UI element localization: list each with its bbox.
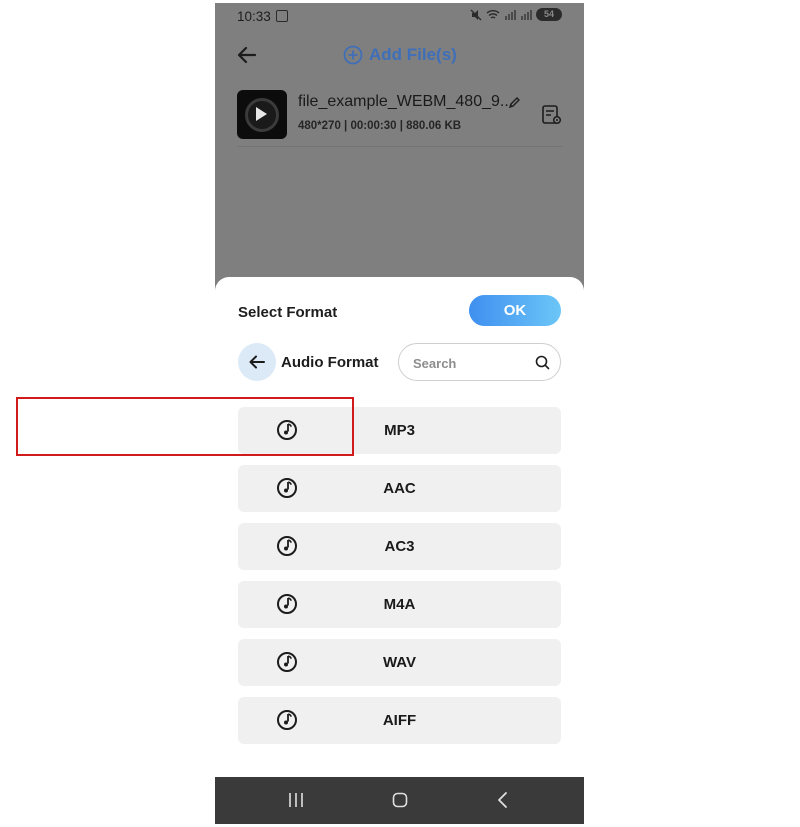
search-box[interactable]: [398, 343, 561, 381]
file-duration: 00:00:30: [350, 120, 397, 132]
back-arrow-icon: [249, 355, 265, 369]
back-arrow-icon[interactable]: [235, 43, 259, 67]
edit-pencil-icon[interactable]: [508, 96, 521, 109]
format-label: WAV: [382, 654, 417, 671]
search-icon[interactable]: [535, 355, 550, 370]
status-time: 10:33: [237, 9, 271, 24]
play-icon: [256, 107, 267, 121]
category-heading: Audio Format: [281, 354, 379, 371]
ok-button[interactable]: OK: [469, 295, 561, 326]
file-settings-icon[interactable]: [541, 104, 563, 126]
video-thumbnail: [237, 90, 287, 139]
nav-back-icon[interactable]: [496, 791, 510, 809]
status-icons: 54: [470, 8, 562, 21]
format-label: AC3: [384, 538, 415, 555]
file-name: file_example_WEBM_480_9...: [298, 93, 514, 110]
add-circle-icon: [343, 45, 363, 65]
status-bar: 10:33 54: [215, 3, 584, 31]
file-meta: 480*270 | 00:00:30 | 880.06 KB: [298, 120, 462, 132]
format-item-m4a[interactable]: M4A: [238, 581, 561, 628]
search-input[interactable]: [413, 353, 528, 373]
file-size: 880.06 KB: [406, 120, 462, 132]
add-files-label: Add File(s): [369, 45, 457, 64]
add-files-button[interactable]: Add File(s): [343, 43, 457, 67]
mute-icon: [470, 9, 482, 20]
home-icon[interactable]: [392, 792, 408, 808]
system-nav-bar: [215, 777, 584, 824]
format-item-aiff[interactable]: AIFF: [238, 697, 561, 744]
category-back-button[interactable]: [238, 343, 276, 381]
format-item-ac3[interactable]: AC3: [238, 523, 561, 570]
dimmed-background: 10:33 54 Add File(s) file_example_WEBM_4…: [215, 3, 584, 293]
format-label: M4A: [383, 596, 416, 613]
battery-indicator: 54: [536, 8, 562, 21]
format-item-wav[interactable]: WAV: [238, 639, 561, 686]
signal-icon: [505, 10, 516, 20]
file-resolution: 480*270: [298, 120, 341, 132]
signal-2-icon: [521, 10, 532, 20]
screenshot-indicator-icon: [276, 10, 288, 22]
recent-apps-icon[interactable]: [287, 791, 305, 809]
format-item-aac[interactable]: AAC: [238, 465, 561, 512]
format-label: AAC: [383, 480, 416, 497]
wifi-icon: [486, 10, 500, 19]
file-row[interactable]: file_example_WEBM_480_9... 480*270 | 00:…: [237, 89, 563, 147]
format-bottom-sheet: Select Format OK Audio Format MP3 AAC: [215, 277, 584, 780]
sheet-title: Select Format: [238, 304, 338, 321]
selection-highlight: [16, 397, 354, 456]
format-label: AIFF: [382, 712, 417, 729]
